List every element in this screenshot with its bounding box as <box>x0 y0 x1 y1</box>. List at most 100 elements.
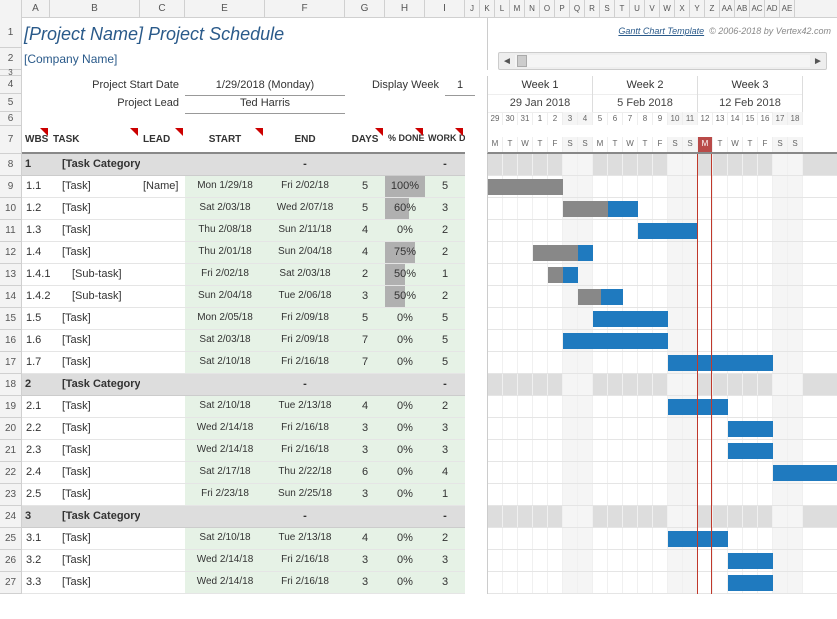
cell-wbs[interactable]: 3.2 <box>22 550 50 572</box>
gantt-bar[interactable] <box>593 311 668 327</box>
cell-workdays[interactable]: 2 <box>425 286 465 308</box>
th-wbs[interactable]: WBS <box>22 126 50 154</box>
gantt-bar[interactable] <box>638 223 698 239</box>
col-header-A[interactable]: A <box>22 0 50 17</box>
th-pct[interactable]: % DONE <box>385 126 425 154</box>
gantt-bar[interactable] <box>728 575 773 591</box>
cell-days[interactable]: 3 <box>345 440 385 462</box>
cell-pct[interactable]: 0% <box>385 528 425 550</box>
category-row[interactable]: 243[Task Category]-- <box>0 506 837 528</box>
cell-workdays[interactable]: 5 <box>425 352 465 374</box>
col-header-AB[interactable]: AB <box>735 0 750 17</box>
gantt-bar[interactable] <box>488 179 563 195</box>
cell-end[interactable]: Sun 2/04/18 <box>265 242 345 264</box>
cell-workdays[interactable]: 5 <box>425 330 465 352</box>
col-header-P[interactable]: P <box>555 0 570 17</box>
scroll-right-icon[interactable]: ► <box>810 56 826 67</box>
cell-pct[interactable]: 0% <box>385 550 425 572</box>
col-header-AD[interactable]: AD <box>765 0 780 17</box>
gantt-bar[interactable] <box>533 245 593 261</box>
cell-workdays[interactable]: - <box>425 374 465 396</box>
col-header-T[interactable]: T <box>615 0 630 17</box>
th-end[interactable]: END <box>265 126 345 154</box>
cell-lead[interactable] <box>140 506 185 528</box>
row-header-24[interactable]: 24 <box>0 506 22 528</box>
row-header-14[interactable]: 14 <box>0 286 22 308</box>
cell-start[interactable]: Mon 2/05/18 <box>185 308 265 330</box>
row-header-12[interactable]: 12 <box>0 242 22 264</box>
row-header-25[interactable]: 25 <box>0 528 22 550</box>
week-scrollbar[interactable]: ◄ ► <box>498 52 827 70</box>
cell-pct[interactable]: 0% <box>385 572 425 594</box>
cell-start[interactable]: Thu 2/01/18 <box>185 242 265 264</box>
task-row[interactable]: 263.2[Task]Wed 2/14/18Fri 2/16/1830%3 <box>0 550 837 572</box>
cell-workdays[interactable]: 1 <box>425 484 465 506</box>
row-header-4[interactable]: 4 <box>0 76 22 94</box>
row-header-7[interactable]: 7 <box>0 126 22 154</box>
task-row[interactable]: 273.3[Task]Wed 2/14/18Fri 2/16/1830%3 <box>0 572 837 594</box>
cell-start[interactable]: Sat 2/10/18 <box>185 352 265 374</box>
cell-workdays[interactable]: 2 <box>425 220 465 242</box>
col-header-J[interactable]: J <box>465 0 480 17</box>
task-row[interactable]: 232.5[Task]Fri 2/23/18Sun 2/25/1830%1 <box>0 484 837 506</box>
col-header-I[interactable]: I <box>425 0 465 17</box>
cell-workdays[interactable]: - <box>425 154 465 176</box>
row-header-13[interactable]: 13 <box>0 264 22 286</box>
cell-start[interactable] <box>185 154 265 176</box>
gantt-cell[interactable] <box>488 352 837 374</box>
cell-task[interactable]: [Task] <box>50 550 140 572</box>
row-header-1[interactable]: 1 <box>0 18 22 48</box>
cell-wbs[interactable]: 2.2 <box>22 418 50 440</box>
row-header-26[interactable]: 26 <box>0 550 22 572</box>
task-row[interactable]: 253.1[Task]Sat 2/10/18Tue 2/13/1840%2 <box>0 528 837 550</box>
cell-task[interactable]: [Task] <box>50 528 140 550</box>
gantt-cell[interactable] <box>488 330 837 352</box>
cell-task[interactable]: [Task] <box>50 572 140 594</box>
gantt-cell[interactable] <box>488 462 837 484</box>
task-row[interactable]: 131.4.1[Sub-task]Fri 2/02/18Sat 2/03/182… <box>0 264 837 286</box>
cell-start[interactable]: Sat 2/03/18 <box>185 198 265 220</box>
row-header-17[interactable]: 17 <box>0 352 22 374</box>
cell-lead[interactable] <box>140 572 185 594</box>
cell-end[interactable]: Fri 2/16/18 <box>265 352 345 374</box>
cell-lead[interactable] <box>140 242 185 264</box>
cell-wbs[interactable]: 2.5 <box>22 484 50 506</box>
cell-days[interactable] <box>345 154 385 176</box>
gantt-cell[interactable] <box>488 440 837 462</box>
cell-wbs[interactable]: 1.4.2 <box>22 286 50 308</box>
cell-wbs[interactable]: 3 <box>22 506 50 528</box>
cell-end[interactable]: Tue 2/06/18 <box>265 286 345 308</box>
col-header-O[interactable]: O <box>540 0 555 17</box>
cell-workdays[interactable]: 3 <box>425 550 465 572</box>
col-header-G[interactable]: G <box>345 0 385 17</box>
gantt-bar[interactable] <box>668 399 728 415</box>
gantt-cell[interactable] <box>488 506 837 528</box>
cell-task[interactable]: [Task] <box>50 176 140 198</box>
cell-end[interactable]: Tue 2/13/18 <box>265 396 345 418</box>
col-header-N[interactable]: N <box>525 0 540 17</box>
task-row[interactable]: 212.3[Task]Wed 2/14/18Fri 2/16/1830%3 <box>0 440 837 462</box>
cell-start[interactable] <box>185 374 265 396</box>
task-row[interactable]: 202.2[Task]Wed 2/14/18Fri 2/16/1830%3 <box>0 418 837 440</box>
cell-task[interactable]: [Task Category] <box>50 154 140 176</box>
row-header-9[interactable]: 9 <box>0 176 22 198</box>
cell-wbs[interactable]: 3.1 <box>22 528 50 550</box>
cell-task[interactable]: [Task Category] <box>50 374 140 396</box>
row-header-11[interactable]: 11 <box>0 220 22 242</box>
cell-days[interactable]: 7 <box>345 330 385 352</box>
cell-days[interactable]: 3 <box>345 418 385 440</box>
cell-task[interactable]: [Task] <box>50 462 140 484</box>
row-header-15[interactable]: 15 <box>0 308 22 330</box>
cell-lead[interactable]: [Name] <box>140 176 185 198</box>
cell-lead[interactable] <box>140 440 185 462</box>
row-header-19[interactable]: 19 <box>0 396 22 418</box>
th-task[interactable]: TASK <box>50 126 140 154</box>
cell-days[interactable]: 4 <box>345 242 385 264</box>
cell-end[interactable]: Thu 2/22/18 <box>265 462 345 484</box>
cell-wbs[interactable]: 1.4 <box>22 242 50 264</box>
cell-end[interactable]: Tue 2/13/18 <box>265 528 345 550</box>
cell-workdays[interactable]: 5 <box>425 176 465 198</box>
scroll-track[interactable] <box>515 55 810 67</box>
gantt-cell[interactable] <box>488 154 837 176</box>
cell-end[interactable]: - <box>265 506 345 528</box>
